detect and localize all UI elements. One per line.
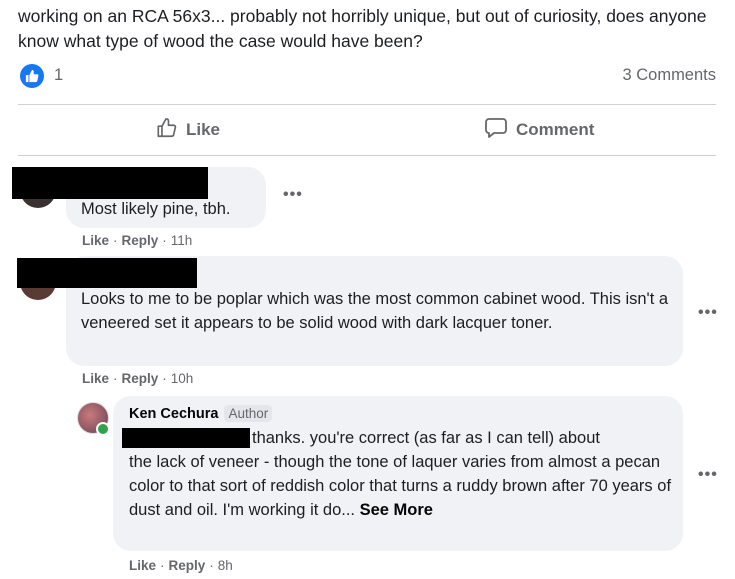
comment-like-link[interactable]: Like (129, 558, 156, 573)
like-button[interactable]: Like (156, 108, 220, 152)
redacted-mention (122, 428, 250, 448)
more-dots-icon[interactable]: ••• (698, 304, 718, 322)
meta-separator: · (113, 371, 118, 386)
comment-reply-link[interactable]: Reply (122, 233, 159, 248)
meta-separator: · (113, 233, 118, 248)
comment-text: Looks to me to be poplar which was the m… (81, 290, 669, 332)
comment-icon (484, 117, 508, 144)
divider (18, 155, 716, 156)
meta-separator: · (160, 558, 165, 573)
like-label: Like (186, 120, 221, 139)
see-more-link[interactable]: See More (360, 501, 433, 519)
comment-time[interactable]: 8h (218, 558, 233, 573)
comment-meta: Like · Reply · 11h (82, 233, 192, 248)
author-badge: Author (224, 405, 273, 422)
comment-time[interactable]: 10h (171, 371, 194, 386)
comment-author-row: Ken Cechura Author (129, 405, 273, 422)
redacted-name (12, 167, 208, 199)
redacted-name (17, 258, 197, 288)
like-outline-icon (156, 117, 178, 144)
comments-count-link[interactable]: 3 Comments (622, 66, 716, 85)
comment-like-link[interactable]: Like (82, 233, 109, 248)
comment-reply-link[interactable]: Reply (169, 558, 206, 573)
comment-button[interactable]: Comment (484, 108, 594, 152)
online-status-dot (96, 422, 110, 436)
meta-separator: · (162, 233, 167, 248)
comment-reply-link[interactable]: Reply (122, 371, 159, 386)
meta-separator: · (162, 371, 167, 386)
comment-time[interactable]: 11h (171, 233, 193, 248)
comment-meta: Like · Reply · 8h (129, 558, 233, 573)
divider (18, 104, 716, 105)
comment-text: the lack of veneer - though the tone of … (129, 450, 674, 522)
more-dots-icon[interactable]: ••• (283, 186, 303, 204)
comment-text-line1: thanks. you're correct (as far as I can … (252, 429, 600, 447)
more-dots-icon[interactable]: ••• (698, 466, 718, 484)
comment-text: Most likely pine, tbh. (81, 200, 231, 218)
comment-like-link[interactable]: Like (82, 371, 109, 386)
comment-label: Comment (516, 120, 595, 139)
comment-meta: Like · Reply · 10h (82, 371, 193, 386)
post-text: working on an RCA 56x3... probably not h… (18, 6, 707, 51)
thumbs-up-icon[interactable] (20, 64, 44, 88)
author-name[interactable]: Ken Cechura (129, 406, 218, 422)
reaction-count[interactable]: 1 (54, 66, 63, 85)
meta-separator: · (209, 558, 214, 573)
